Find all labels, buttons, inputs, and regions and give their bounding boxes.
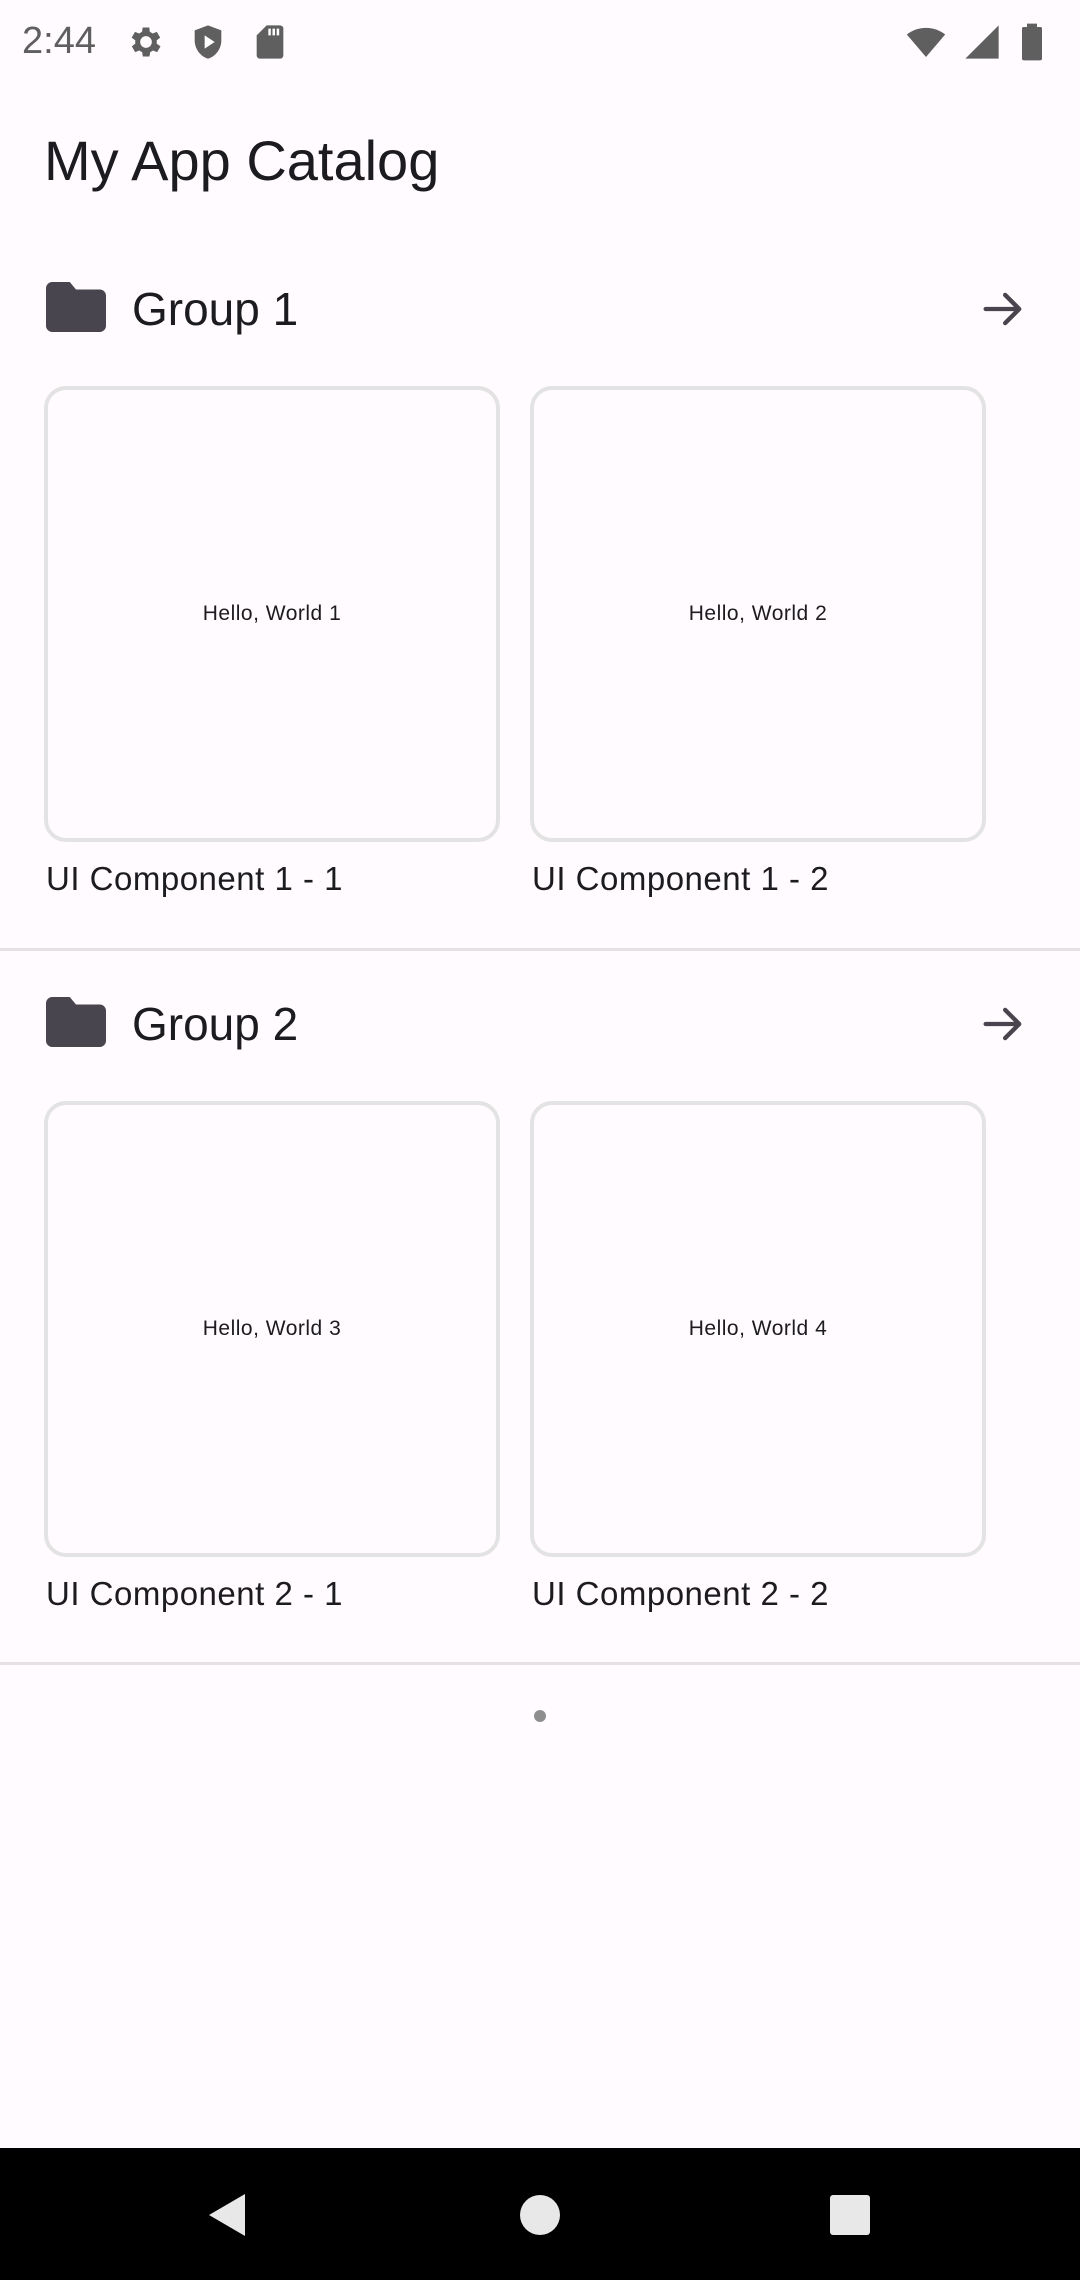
home-button[interactable] [505,2180,575,2250]
page-title: My App Catalog [44,129,440,192]
component-label: UI Component 1 - 2 [532,860,829,897]
wifi-icon [906,22,946,62]
component-label: UI Component 2 - 1 [46,1575,343,1612]
status-right-icons [906,22,1046,62]
home-icon [520,2195,560,2235]
scroll-indicator-dot [534,1710,546,1722]
group-title: Group 2 [132,998,299,1050]
screen: 2:44 My App Catalog Group 1 Hello, World… [0,0,1080,2280]
group-header: Group 1 [0,260,1080,360]
recents-button[interactable] [815,2180,885,2250]
status-time: 2:44 [22,20,96,62]
folder-icon [46,997,106,1047]
battery-icon [1018,22,1046,62]
shield-icon [188,22,228,62]
arrow-forward-icon [983,292,1022,326]
component-preview-card[interactable]: Hello, World 4 [530,1101,986,1557]
settings-icon [126,22,166,62]
back-icon [209,2194,245,2236]
cellular-signal-icon [962,22,1002,62]
component-preview-card[interactable]: Hello, World 1 [44,386,500,842]
divider [0,948,1080,951]
preview-text: Hello, World 2 [688,602,828,625]
open-group-button[interactable] [968,274,1038,344]
sd-card-icon [250,22,290,62]
component-label: UI Component 1 - 1 [46,860,343,897]
recents-icon [830,2195,870,2235]
arrow-forward-icon [983,1007,1022,1041]
preview-text: Hello, World 1 [202,602,342,625]
preview-text: Hello, World 4 [688,1317,828,1340]
folder-icon [46,282,106,332]
preview-text: Hello, World 3 [202,1317,342,1340]
group-title: Group 1 [132,283,299,335]
component-preview-card[interactable]: Hello, World 2 [530,386,986,842]
group-header: Group 2 [0,975,1080,1075]
navigation-bar [0,2148,1080,2280]
status-left-icons [126,22,290,62]
component-preview-card[interactable]: Hello, World 3 [44,1101,500,1557]
back-button[interactable] [192,2180,262,2250]
divider [0,1662,1080,1665]
open-group-button[interactable] [968,989,1038,1059]
component-label: UI Component 2 - 2 [532,1575,829,1612]
status-bar: 2:44 [0,0,1080,84]
